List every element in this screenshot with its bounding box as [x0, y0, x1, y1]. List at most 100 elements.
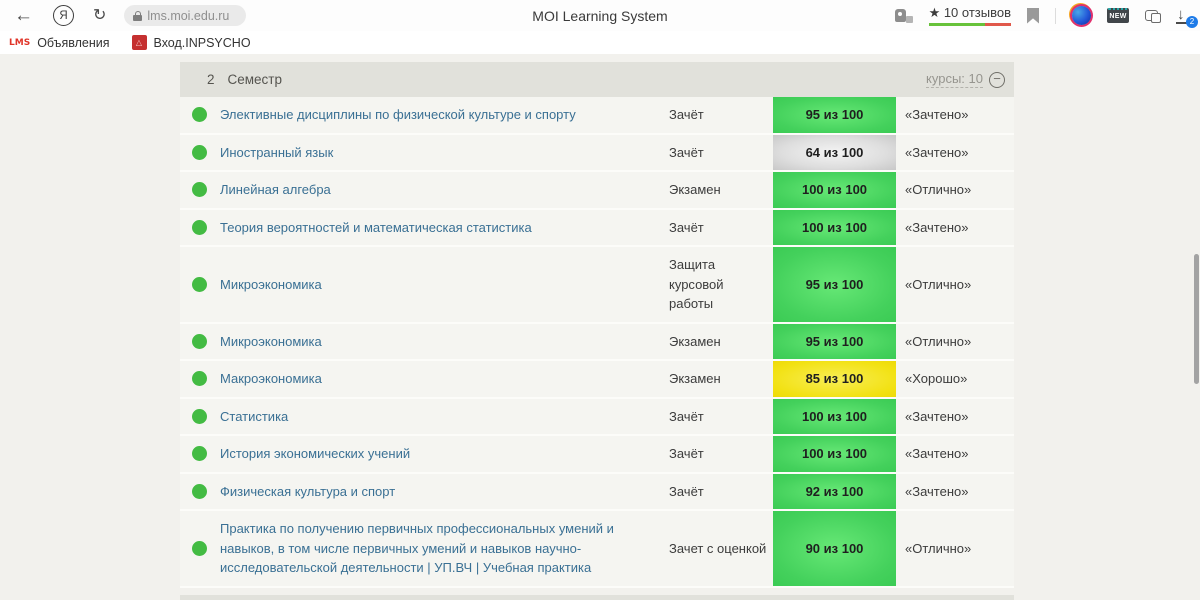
assessment-type: Экзамен	[669, 182, 721, 197]
table-row: История экономических учений Зачёт 100 и…	[180, 436, 1014, 474]
score-badge: 100 из 100	[773, 398, 896, 434]
bookmark-item-inpsycho[interactable]: Вход.INPSYCHO	[131, 35, 251, 50]
bookmark-label: Объявления	[37, 35, 110, 50]
semester-2-header: 2 Семестр курсы: 10 −	[180, 62, 1014, 97]
bookmark-label: Вход.INPSYCHO	[153, 35, 251, 50]
status-dot-icon	[192, 371, 207, 387]
score-badge: 95 из 100	[773, 97, 896, 133]
assessment-type: Зачёт	[669, 446, 704, 461]
assessment-type: Зачёт	[669, 107, 704, 122]
rating-bar	[928, 23, 1011, 26]
course-link[interactable]: Иностранный язык	[220, 143, 333, 163]
score-text: 100 из 100	[801, 219, 868, 235]
site-rating-button[interactable]: ★ 10 отзывов	[928, 5, 1011, 26]
score-text: 64 из 100	[805, 144, 864, 160]
score-text: 92 из 100	[805, 483, 864, 499]
status-dot-icon	[192, 408, 207, 424]
grade-text: «Зачтено»	[905, 408, 969, 424]
collapse-icon[interactable]: −	[989, 71, 1005, 88]
course-link[interactable]: Практика по получению первичных професси…	[220, 519, 657, 578]
table-row: Линейная алгебра Экзамен 100 из 100 «Отл…	[180, 172, 1014, 210]
grade-text: «Зачтено»	[905, 107, 969, 123]
assessment-type: Экзамен	[669, 333, 721, 349]
course-link[interactable]: Микроэкономика	[220, 332, 322, 352]
grade-text: «Отлично»	[905, 182, 972, 198]
status-dot-icon	[192, 540, 207, 556]
yandex-browser-icon[interactable]: Я	[53, 5, 74, 26]
assessment-type: Защита курсовой работы	[669, 257, 724, 311]
extension-sphere-icon[interactable]	[1072, 6, 1091, 25]
course-link[interactable]: Макроэкономика	[220, 369, 322, 389]
grade-text: «Отлично»	[905, 276, 972, 292]
course-link[interactable]: Статистика	[220, 407, 288, 427]
download-count-badge: 2	[1186, 15, 1198, 28]
table-row: Микроэкономика Защита курсовой работы 95…	[180, 247, 1014, 324]
lms-favicon: LMS	[9, 37, 31, 48]
table-row: Иностранный язык Зачёт 64 из 100 «Зачтен…	[180, 134, 1014, 172]
status-dot-icon	[192, 333, 207, 349]
table-row: Теория вероятностей и математическая ста…	[180, 209, 1014, 247]
grade-text: «Зачтено»	[905, 219, 969, 235]
status-dot-icon	[192, 107, 207, 123]
lock-icon	[133, 10, 143, 21]
score-text: 100 из 100	[801, 408, 868, 424]
bookmark-item-announcements[interactable]: LMS Объявления	[9, 36, 110, 50]
courses-count-link[interactable]: курсы: 10	[926, 71, 983, 88]
bookmarks-bar: LMS Объявления Вход.INPSYCHO	[0, 31, 1200, 54]
page-background: 2 Семестр курсы: 10 − Элективные дисципл…	[0, 54, 1200, 600]
status-dot-icon	[192, 446, 207, 462]
score-text: 90 из 100	[805, 540, 864, 556]
course-link[interactable]: Микроэкономика	[220, 275, 322, 295]
status-dot-icon	[192, 182, 207, 198]
grade-text: «Отлично»	[905, 333, 972, 349]
bookmark-icon[interactable]	[1027, 7, 1039, 24]
assessment-type: Зачёт	[669, 483, 704, 499]
grade-text: «Зачтено»	[905, 446, 969, 462]
score-badge: 100 из 100	[773, 436, 896, 472]
score-text: 95 из 100	[805, 333, 864, 349]
status-dot-icon	[192, 276, 207, 292]
assessment-type: Зачёт	[669, 144, 704, 160]
score-badge: 95 из 100	[773, 323, 896, 359]
status-dot-icon	[192, 219, 207, 235]
back-icon[interactable]: ←	[14, 6, 33, 25]
password-manager-icon[interactable]	[894, 8, 913, 23]
course-link[interactable]: Теория вероятностей и математическая ста…	[220, 218, 532, 238]
course-table-body: Элективные дисциплины по физической куль…	[180, 97, 1014, 588]
address-bar[interactable]: lms.moi.edu.ru	[124, 5, 247, 26]
table-row: Элективные дисциплины по физической куль…	[180, 97, 1014, 135]
table-row: Физическая культура и спорт Зачёт 92 из …	[180, 473, 1014, 511]
score-badge: 92 из 100	[773, 473, 896, 509]
toolbar-right-icons: ★ 10 отзывов NEW ↓ 2	[894, 0, 1198, 31]
new-icon-label: NEW	[1109, 13, 1127, 20]
grades-table: 2 Семестр курсы: 10 − Элективные дисципл…	[180, 54, 1014, 600]
course-link[interactable]: Линейная алгебра	[220, 180, 331, 200]
downloads-button[interactable]: ↓ 2	[1174, 5, 1198, 28]
table-row: Макроэкономика Экзамен 85 из 100 «Хорошо…	[180, 361, 1014, 399]
scrollbar-thumb[interactable]	[1194, 254, 1199, 384]
tabs-icon[interactable]	[1145, 10, 1161, 23]
score-badge: 64 из 100	[773, 134, 896, 170]
score-text: 85 из 100	[805, 371, 864, 387]
assessment-type: Зачёт	[669, 408, 704, 424]
grade-text: «Отлично»	[905, 540, 972, 556]
score-badge: 100 из 100	[773, 209, 896, 245]
refresh-icon[interactable]: ↻	[93, 7, 106, 24]
semester-3-header: 3 Семестр курсы: 10 +	[180, 594, 1014, 600]
score-badge: 95 из 100	[773, 247, 896, 322]
score-text: 95 из 100	[805, 276, 864, 292]
status-dot-icon	[192, 483, 207, 499]
score-badge: 90 из 100	[773, 511, 896, 586]
download-icon: ↓	[1177, 5, 1185, 23]
assessment-type: Зачет с оценкой	[669, 540, 767, 556]
divider	[1055, 7, 1056, 24]
score-badge: 100 из 100	[773, 172, 896, 208]
course-link[interactable]: Элективные дисциплины по физической куль…	[220, 105, 576, 125]
table-row: Практика по получению первичных професси…	[180, 511, 1014, 588]
new-extension-icon[interactable]: NEW	[1107, 8, 1129, 23]
browser-toolbar: ← Я ↻ lms.moi.edu.ru MOI Learning System…	[0, 0, 1200, 31]
score-text: 95 из 100	[805, 107, 864, 123]
semester-number: 2	[207, 72, 215, 87]
course-link[interactable]: История экономических учений	[220, 444, 410, 464]
course-link[interactable]: Физическая культура и спорт	[220, 482, 395, 502]
